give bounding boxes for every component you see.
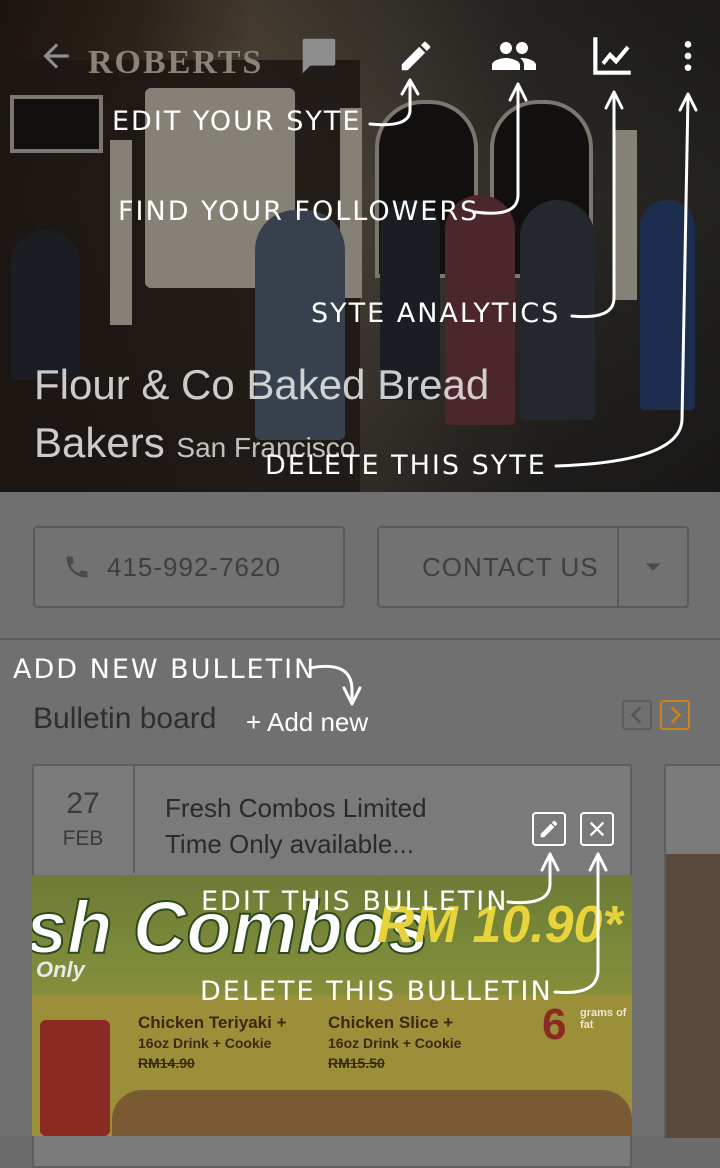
annotation-edit-bulletin: EDIT THIS BULLETIN [201, 886, 509, 917]
arrow-add-bulletin [308, 664, 354, 702]
annotation-analytics: SYTE ANALYTICS [311, 298, 561, 329]
arrow-delete-syte [554, 94, 690, 468]
tutorial-arrows [308, 78, 698, 995]
annotation-find-followers: FIND YOUR FOLLOWERS [118, 196, 480, 227]
annotation-delete-bulletin: DELETE THIS BULLETIN [200, 976, 553, 1007]
annotation-add-bulletin: ADD NEW BULLETIN [13, 654, 317, 685]
annotation-delete-syte: DELETE THIS SYTE [265, 450, 547, 481]
arrow-edit-bulletin [506, 854, 552, 905]
arrow-delete-bulletin [553, 854, 600, 995]
annotation-edit-syte: EDIT YOUR SYTE [112, 106, 362, 137]
arrow-find-followers [473, 84, 520, 215]
arrow-analytics [570, 92, 616, 319]
